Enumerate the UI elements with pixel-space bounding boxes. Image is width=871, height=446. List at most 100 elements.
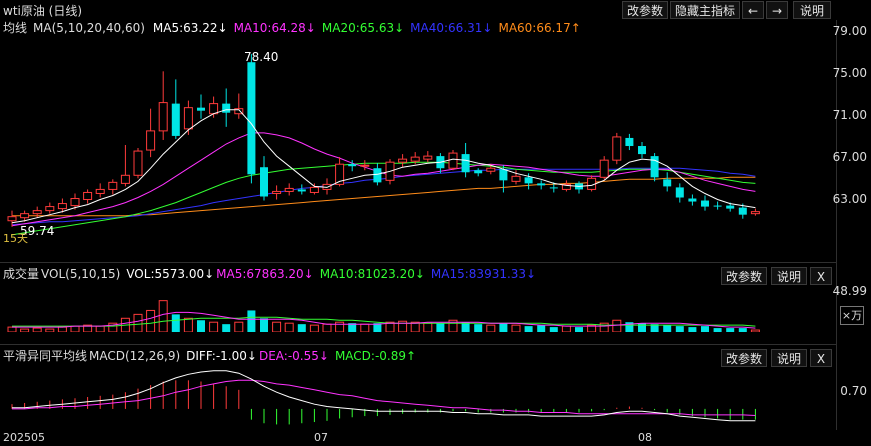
volume-bar bbox=[575, 327, 583, 332]
candlestick-chart[interactable] bbox=[0, 38, 836, 250]
volume-bar bbox=[95, 325, 105, 332]
candle bbox=[499, 169, 508, 181]
candle bbox=[146, 130, 156, 151]
vol-edit-params-button[interactable]: 改参数 bbox=[721, 267, 767, 285]
volume-bar bbox=[234, 321, 244, 332]
candle bbox=[398, 158, 408, 163]
volume-bar bbox=[750, 329, 760, 332]
x-axis-label: 202505 bbox=[3, 431, 45, 444]
volume-bar bbox=[272, 321, 282, 332]
candle bbox=[272, 190, 282, 194]
candle bbox=[108, 181, 118, 190]
axis-tick: 75.00 bbox=[832, 66, 867, 80]
ma40-value: MA40:66.31↓ bbox=[410, 21, 493, 35]
volume-chart[interactable] bbox=[0, 284, 836, 332]
candle bbox=[486, 167, 496, 172]
candle bbox=[197, 107, 205, 111]
volume-bar bbox=[524, 326, 533, 332]
chart-title: wti原油 (日线) bbox=[3, 4, 83, 18]
candle bbox=[612, 136, 622, 161]
axis-tick: 63.00 bbox=[832, 192, 867, 206]
volume-bar bbox=[297, 324, 306, 332]
volume-bar bbox=[713, 328, 722, 332]
candle bbox=[7, 216, 17, 222]
candle bbox=[726, 205, 735, 209]
volume-bar bbox=[183, 317, 193, 332]
candle bbox=[410, 156, 420, 162]
volume-bar bbox=[197, 320, 205, 332]
candle bbox=[20, 213, 30, 219]
volume-bar bbox=[45, 328, 55, 332]
scroll-right-button[interactable]: → bbox=[766, 1, 788, 19]
macd-value: MACD:-0.89↑ bbox=[334, 349, 417, 363]
vol-ma15-value: MA15:83931.33↓ bbox=[430, 267, 537, 281]
volume-bar bbox=[146, 309, 156, 332]
candle bbox=[599, 159, 609, 178]
volume-bar bbox=[247, 310, 256, 332]
candle bbox=[625, 137, 634, 147]
candle bbox=[284, 187, 294, 192]
volume-bar bbox=[284, 322, 294, 332]
volume-bar bbox=[309, 324, 319, 332]
macd-help-button[interactable]: 说明 bbox=[771, 349, 807, 367]
vol-unit-badge: ×万 bbox=[840, 306, 864, 325]
scroll-left-button[interactable]: ← bbox=[742, 1, 764, 19]
candle bbox=[83, 191, 93, 201]
volume-bar bbox=[171, 314, 180, 332]
macd-legend: 平滑异同平均线 MACD(12,26,9) DIFF:-1.00↓ DEA:-0.55… bbox=[3, 348, 422, 364]
edit-params-button[interactable]: 改参数 bbox=[622, 1, 668, 19]
candle bbox=[222, 103, 231, 113]
period-label: 15天 bbox=[3, 232, 28, 245]
macd-edit-params-button[interactable]: 改参数 bbox=[721, 349, 767, 367]
macd-label: 平滑异同平均线 bbox=[3, 349, 88, 363]
volume-bar bbox=[549, 327, 558, 332]
candle bbox=[675, 187, 684, 198]
volume-bar bbox=[675, 326, 684, 332]
macd-chart[interactable] bbox=[0, 366, 836, 428]
vol-close-button[interactable]: X bbox=[810, 267, 832, 285]
ma-label: 均线 bbox=[3, 21, 28, 35]
candle bbox=[45, 206, 55, 212]
volume-bar bbox=[738, 328, 747, 332]
macd-diff-value: DIFF:-1.00↓ bbox=[186, 349, 257, 363]
volume-bar bbox=[158, 300, 168, 332]
candle bbox=[423, 155, 433, 160]
candle bbox=[297, 189, 306, 192]
panel-separator bbox=[0, 262, 836, 263]
help-button[interactable]: 说明 bbox=[793, 1, 831, 19]
volume-bar bbox=[260, 318, 268, 332]
candle bbox=[650, 156, 659, 178]
volume-bar bbox=[57, 326, 67, 332]
candle bbox=[309, 186, 319, 193]
ma5-line bbox=[11, 109, 756, 224]
volume-bar bbox=[612, 319, 622, 332]
hide-main-indicator-button[interactable]: 隐藏主指标 bbox=[670, 1, 740, 19]
candle bbox=[133, 150, 143, 176]
volume-bar bbox=[360, 323, 370, 332]
volume-bar bbox=[133, 313, 143, 332]
macd-dea-value: DEA:-0.55↓ bbox=[258, 349, 329, 363]
volume-bar bbox=[209, 321, 219, 332]
candle bbox=[701, 200, 709, 207]
vol-help-button[interactable]: 说明 bbox=[771, 267, 807, 285]
candle bbox=[158, 102, 168, 132]
vol-label: 成交量 bbox=[3, 267, 40, 281]
volume-bar bbox=[222, 324, 231, 332]
vol-legend: 成交量 VOL(5,10,15) VOL:5573.00↓ MA5:67863.20↓… bbox=[3, 266, 542, 282]
macd-close-button[interactable]: X bbox=[810, 349, 832, 367]
macd-dea-line bbox=[12, 379, 756, 416]
volume-bar bbox=[335, 321, 345, 332]
candle bbox=[461, 154, 470, 173]
candle bbox=[183, 107, 193, 130]
candle bbox=[209, 103, 219, 115]
x-axis-label: 08 bbox=[638, 431, 652, 444]
vol-ma10-value: MA10:81023.20↓ bbox=[319, 267, 425, 281]
vol-ma5-value: MA5:67863.20↓ bbox=[216, 267, 314, 281]
candle bbox=[549, 187, 558, 189]
high-price-label: 78.40 bbox=[244, 50, 279, 64]
candle bbox=[373, 168, 382, 183]
candle bbox=[638, 146, 646, 155]
candle bbox=[713, 205, 722, 207]
candle bbox=[688, 198, 697, 202]
candle bbox=[247, 62, 256, 175]
